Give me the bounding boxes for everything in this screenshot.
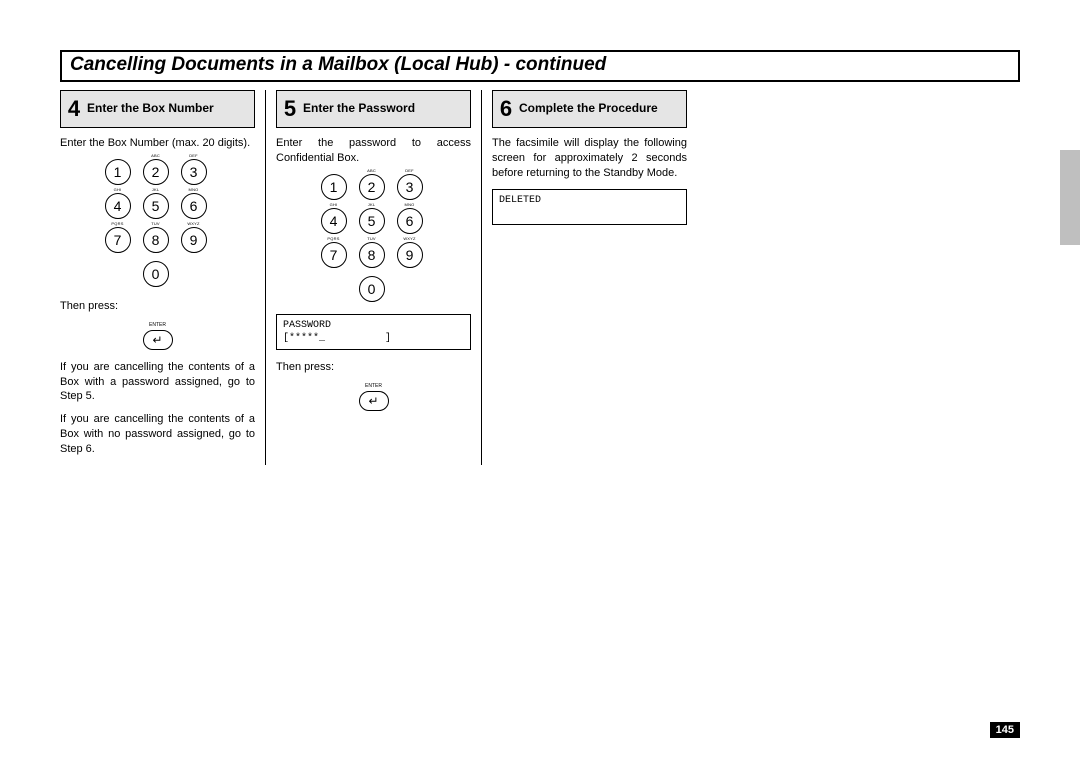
manual-page: Cancelling Documents in a Mailbox (Local… xyxy=(0,0,1080,763)
key-0: 0 xyxy=(359,276,385,302)
then-press-label: Then press: xyxy=(60,299,255,314)
key-3: DEF3 xyxy=(181,159,207,185)
step-6-intro: The facsimile will display the following… xyxy=(492,136,687,181)
step-number: 4 xyxy=(65,96,83,122)
lcd-display-password: PASSWORD [*****_ ] xyxy=(276,314,471,350)
step-5-intro: Enter the password to access Confidentia… xyxy=(276,136,471,166)
enter-label: ENTER xyxy=(276,383,471,389)
step-4-intro: Enter the Box Number (max. 20 digits). xyxy=(60,136,255,151)
enter-label: ENTER xyxy=(60,322,255,328)
section-title: Cancelling Documents in a Mailbox (Local… xyxy=(70,54,606,75)
columns: 4 Enter the Box Number Enter the Box Num… xyxy=(60,90,1020,465)
key-6: MNO6 xyxy=(181,193,207,219)
step-4-note-1: If you are cancelling the contents of a … xyxy=(60,360,255,405)
step-5-column: 5 Enter the Password Enter the password … xyxy=(276,90,482,465)
step-title: Enter the Password xyxy=(303,102,415,116)
thumb-tab xyxy=(1060,150,1080,245)
key-5: JKL5 xyxy=(143,193,169,219)
step-6-header: 6 Complete the Procedure xyxy=(492,90,687,128)
enter-key-icon: ↵ xyxy=(143,330,173,350)
enter-key-graphic: ENTER ↵ xyxy=(276,383,471,411)
key-4: GHI4 xyxy=(321,208,347,234)
key-2: ABC2 xyxy=(359,174,385,200)
key-9: WXYZ9 xyxy=(397,242,423,268)
lcd-display-deleted: DELETED xyxy=(492,189,687,225)
key-4: GHI4 xyxy=(105,193,131,219)
key-8: TUV8 xyxy=(143,227,169,253)
key-5: JKL5 xyxy=(359,208,385,234)
step-5-header: 5 Enter the Password xyxy=(276,90,471,128)
key-7: PQRS7 xyxy=(321,242,347,268)
section-title-box: Cancelling Documents in a Mailbox (Local… xyxy=(60,50,1020,82)
step-title: Enter the Box Number xyxy=(87,102,214,116)
key-7: PQRS7 xyxy=(105,227,131,253)
key-6: MNO6 xyxy=(397,208,423,234)
step-title: Complete the Procedure xyxy=(519,102,658,116)
enter-key-icon: ↵ xyxy=(359,391,389,411)
page-number: 145 xyxy=(990,722,1020,738)
key-1: 1 xyxy=(105,159,131,185)
key-0: 0 xyxy=(143,261,169,287)
keypad: 1 ABC2 DEF3 GHI4 JKL5 MNO6 PQRS7 TUV8 WX… xyxy=(276,174,471,306)
key-8: TUV8 xyxy=(359,242,385,268)
then-press-label: Then press: xyxy=(276,360,471,375)
key-2: ABC2 xyxy=(143,159,169,185)
step-4-note-2: If you are cancelling the contents of a … xyxy=(60,412,255,457)
step-4-column: 4 Enter the Box Number Enter the Box Num… xyxy=(60,90,266,465)
key-3: DEF3 xyxy=(397,174,423,200)
step-6-column: 6 Complete the Procedure The facsimile w… xyxy=(492,90,687,465)
step-4-header: 4 Enter the Box Number xyxy=(60,90,255,128)
step-number: 6 xyxy=(497,96,515,122)
key-9: WXYZ9 xyxy=(181,227,207,253)
key-1: 1 xyxy=(321,174,347,200)
step-number: 5 xyxy=(281,96,299,122)
keypad: 1 ABC2 DEF3 GHI4 JKL5 MNO6 PQRS7 TUV8 WX… xyxy=(60,159,255,291)
enter-key-graphic: ENTER ↵ xyxy=(60,322,255,350)
